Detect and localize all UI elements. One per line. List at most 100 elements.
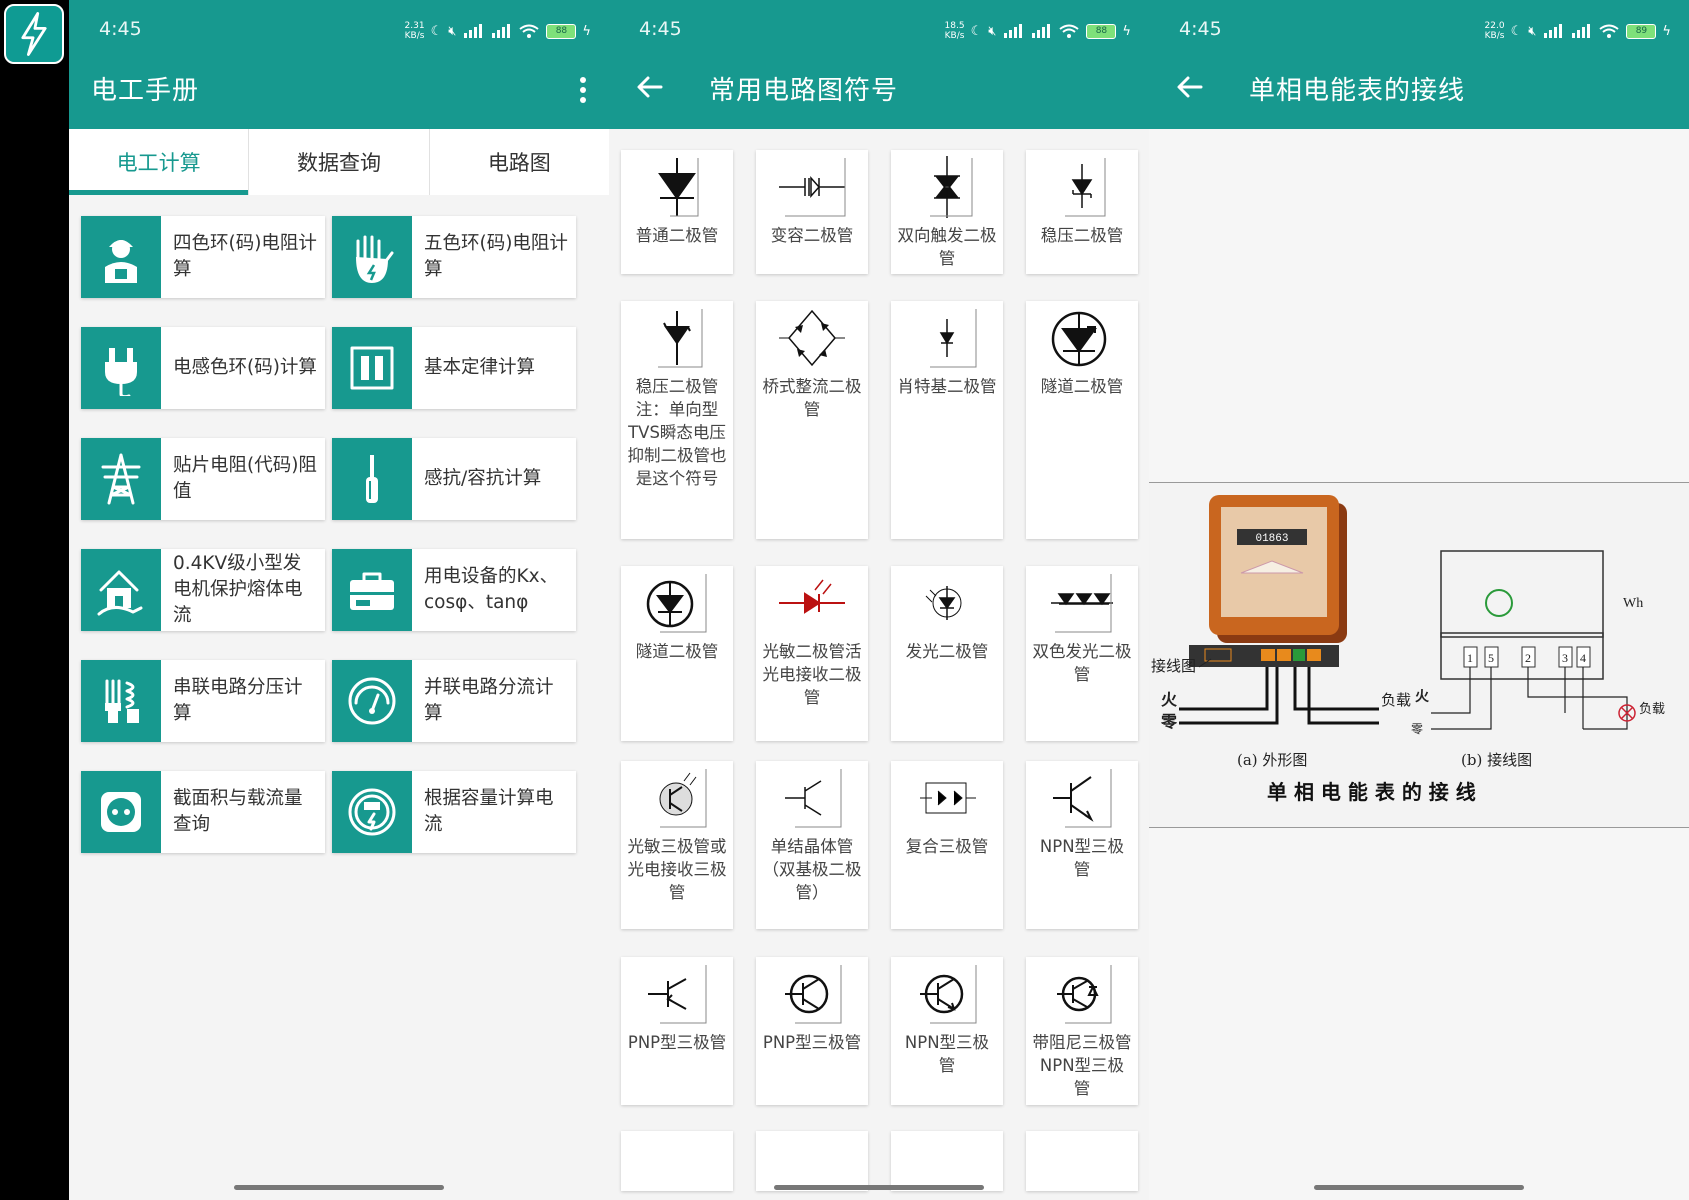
label-live: 火 <box>1161 690 1178 709</box>
svg-text:火: 火 <box>1415 689 1430 705</box>
darlington-icon <box>891 761 1003 835</box>
symbol-card[interactable]: 单结晶体管（双基极二极管） <box>756 761 868 929</box>
status-time: 4:45 <box>639 18 682 40</box>
symbol-card[interactable]: 桥式整流二极管 <box>756 301 868 539</box>
meter-wiring-diagram: 01863 接线图 火 零 负载 1 5 2 3 4 火 零 负载 Wh (a)… <box>1149 482 1689 828</box>
app-bar: 4:45 22.0 KB/s ☾ 🔇︎ 89 ϟ 单相电能表的接线 <box>1149 0 1689 129</box>
menu-card-label: 贴片电阻(代码)阻值 <box>173 455 317 502</box>
page-title: 单相电能表的接线 <box>1249 76 1466 106</box>
meter-counter-digits: 01863 <box>1255 533 1288 545</box>
mute-icon: 🔇︎ <box>1528 23 1537 39</box>
menu-card[interactable]: 电感色环(码)计算 <box>81 327 325 409</box>
label-load-1: 负载 <box>1381 691 1411 709</box>
symbol-label: 稳压二极管 注：单向型TVS瞬态电压抑制二极管也是这个符号 <box>627 377 727 488</box>
symbol-card-partial[interactable] <box>756 1131 868 1191</box>
menu-card[interactable]: 根据容量计算电流 <box>332 771 576 853</box>
symbol-card[interactable]: 双向触发二极管 <box>891 150 1003 274</box>
glove-icon <box>332 216 412 298</box>
symbol-card[interactable]: NPN型三极管 <box>891 957 1003 1105</box>
symbol-card[interactable]: PNP型三极管 <box>621 957 733 1105</box>
menu-card[interactable]: 串联电路分压计算 <box>81 660 325 742</box>
back-arrow-icon[interactable] <box>635 72 665 102</box>
menu-card-label: 基本定律计算 <box>424 357 536 378</box>
tunnel-diode-icon <box>1026 301 1138 375</box>
photodiode-icon <box>756 566 868 640</box>
toolbox-icon <box>332 549 412 631</box>
symbol-card[interactable]: 普通二极管 <box>621 150 733 274</box>
back-arrow-icon[interactable] <box>1175 72 1205 102</box>
menu-card[interactable]: 四色环(码)电阻计算 <box>81 216 325 298</box>
charging-icon: ϟ <box>582 23 591 39</box>
mute-icon: 🔇︎ <box>988 23 997 39</box>
symbol-label: 双色发光二极管 <box>1032 642 1132 684</box>
symbol-card[interactable]: 稳压二极管 <box>1026 150 1138 274</box>
bicolor-led-icon <box>1026 566 1138 640</box>
home-indicator[interactable] <box>1314 1185 1524 1190</box>
menu-card-label: 0.4KV级小型发电机保护熔体电流 <box>173 553 303 626</box>
moon-icon: ☾ <box>1510 23 1523 39</box>
signal-icon <box>1004 24 1023 38</box>
menu-card[interactable]: 截面积与载流量查询 <box>81 771 325 853</box>
menu-card[interactable]: 0.4KV级小型发电机保护熔体电流 <box>81 549 325 631</box>
home-indicator[interactable] <box>234 1185 444 1190</box>
mute-icon: 🔇︎ <box>448 23 457 39</box>
symbol-label: 双向触发二极管 <box>897 226 997 268</box>
network-speed: 18.5 KB/s <box>944 21 965 41</box>
tab-circuit[interactable]: 电路图 <box>430 129 609 195</box>
symbol-card[interactable]: 肖特基二极管 <box>891 301 1003 539</box>
socket-icon <box>81 771 161 853</box>
symbol-label: NPN型三极管 <box>1039 837 1125 879</box>
menu-card[interactable]: 感抗/容抗计算 <box>332 438 576 520</box>
symbol-card[interactable]: 复合三极管 <box>891 761 1003 929</box>
status-icons: 2.31 KB/s ☾ 🔇︎ 88 ϟ <box>405 16 591 46</box>
signal-icon <box>464 24 483 38</box>
symbol-card[interactable]: 带阻尼三极管NPN型三极管 <box>1026 957 1138 1105</box>
menu-card-label: 根据容量计算电流 <box>424 788 554 835</box>
app-logo <box>4 4 64 64</box>
bulbs-icon <box>81 660 161 742</box>
menu-card[interactable]: 基本定律计算 <box>332 327 576 409</box>
symbol-card-partial[interactable] <box>621 1131 733 1191</box>
label-neutral: 零 <box>1160 712 1178 731</box>
damped-npn-icon <box>1026 957 1138 1031</box>
symbol-card[interactable]: 双色发光二极管 <box>1026 566 1138 741</box>
symbol-card-partial[interactable] <box>1026 1131 1138 1191</box>
symbol-card[interactable]: 光敏二极管活光电接收二极管 <box>756 566 868 741</box>
svg-text:零: 零 <box>1411 722 1423 736</box>
symbol-card[interactable]: 变容二极管 <box>756 150 868 274</box>
home-indicator[interactable] <box>774 1185 984 1190</box>
menu-card[interactable]: 贴片电阻(代码)阻值 <box>81 438 325 520</box>
power-tower-icon <box>81 438 161 520</box>
menu-card-label: 电感色环(码)计算 <box>173 357 317 378</box>
symbol-card-partial[interactable] <box>891 1131 1003 1191</box>
diode-icon <box>621 150 733 224</box>
moon-icon: ☾ <box>430 23 443 39</box>
symbol-label: 复合三极管 <box>905 837 989 856</box>
signal-icon-2 <box>1572 24 1591 38</box>
zener-tvs-icon <box>621 301 733 375</box>
symbol-card[interactable]: PNP型三极管 <box>756 957 868 1105</box>
menu-card[interactable]: 用电设备的Kx、cosφ、tanφ <box>332 549 576 631</box>
house-plug-icon <box>81 549 161 631</box>
symbol-card[interactable]: 隧道二极管 <box>1026 301 1138 539</box>
tab-calc[interactable]: 电工计算 <box>69 129 250 195</box>
symbol-label: 肖特基二极管 <box>897 377 997 396</box>
menu-card-label: 串联电路分压计算 <box>173 677 303 724</box>
symbol-card[interactable]: 发光二极管 <box>891 566 1003 741</box>
symbol-label: 光敏二极管活光电接收二极管 <box>762 642 862 707</box>
symbol-card[interactable]: NPN型三极管 <box>1026 761 1138 929</box>
label-wiring: 接线图 <box>1151 657 1196 675</box>
menu-card[interactable]: 并联电路分流计算 <box>332 660 576 742</box>
symbol-card[interactable]: 光敏三极管或光电接收三极管 <box>621 761 733 929</box>
app-bar: 4:45 18.5 KB/s ☾ 🔇︎ 88 ϟ 常用电路图符号 <box>609 0 1149 129</box>
signal-icon-2 <box>1032 24 1051 38</box>
menu-card[interactable]: 五色环(码)电阻计算 <box>332 216 576 298</box>
zener-diode-icon <box>1026 150 1138 224</box>
tab-data-query[interactable]: 数据查询 <box>249 129 430 195</box>
caption-b: (b) 接线图 <box>1461 751 1532 769</box>
more-menu-icon[interactable] <box>579 76 587 104</box>
symbol-label: 变容二极管 <box>770 226 854 245</box>
bridge-rectifier-icon <box>756 301 868 375</box>
symbol-card[interactable]: 稳压二极管 注：单向型TVS瞬态电压抑制二极管也是这个符号 <box>621 301 733 539</box>
symbol-card[interactable]: 隧道二极管 <box>621 566 733 741</box>
